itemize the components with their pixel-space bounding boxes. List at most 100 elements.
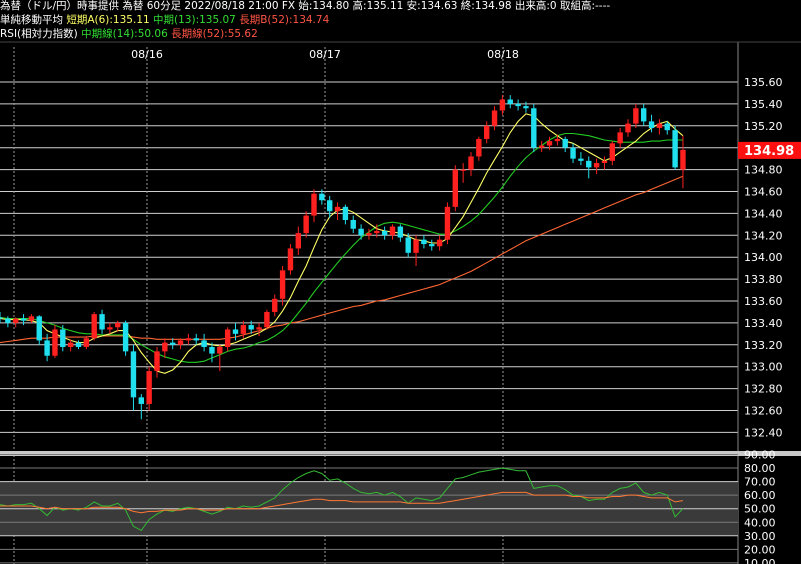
- price-tick-label: 134.00: [744, 251, 783, 264]
- price-tick-label: 132.60: [744, 405, 783, 418]
- candle-body: [83, 338, 90, 347]
- candle-body: [99, 314, 105, 330]
- candle-body: [672, 130, 678, 168]
- candle-body: [468, 156, 474, 170]
- rsi-tick-label: 30.00: [744, 530, 776, 543]
- candle-body: [593, 163, 600, 168]
- candle-body: [625, 123, 631, 133]
- candle-body: [217, 346, 223, 354]
- candle-body: [656, 123, 663, 128]
- candle-body: [499, 99, 506, 111]
- price-tick-label: 133.80: [744, 273, 783, 286]
- candle-body: [641, 108, 647, 122]
- candle-body: [162, 342, 168, 352]
- panel-divider: [0, 451, 801, 456]
- candle-body: [138, 397, 144, 404]
- candle-body: [232, 329, 239, 334]
- candle-body: [44, 340, 50, 356]
- rsi-tick-label: 90.00: [744, 449, 776, 462]
- candle-body: [515, 103, 521, 107]
- price-tick-label: 135.20: [744, 120, 783, 133]
- candle-body: [334, 206, 341, 212]
- last-price-label: 134.98: [744, 144, 794, 159]
- candle-body: [531, 108, 537, 148]
- candle-body: [538, 145, 545, 148]
- candle-body: [36, 316, 42, 341]
- candle-body: [13, 318, 19, 323]
- candle-body: [507, 99, 513, 104]
- price-tick-label: 135.40: [744, 98, 783, 111]
- candle-body: [185, 338, 192, 341]
- candle-body: [421, 239, 427, 245]
- candle-body: [570, 147, 576, 159]
- candle-body: [444, 206, 451, 240]
- candle-body: [170, 342, 176, 345]
- price-tick-label: 134.80: [744, 164, 783, 177]
- rsi-tick-label: 70.00: [744, 476, 776, 489]
- candle-body: [601, 160, 608, 164]
- date-label: 08/17: [309, 48, 341, 61]
- candle-body: [201, 340, 207, 347]
- price-tick-label: 134.40: [744, 207, 783, 220]
- candle-body: [146, 371, 152, 404]
- candle-body: [523, 106, 529, 109]
- candle-body: [28, 316, 35, 321]
- candle-body: [413, 239, 419, 253]
- candle-body: [554, 138, 561, 142]
- rsi-tick-label: 10.00: [744, 557, 776, 564]
- candle-body: [209, 346, 215, 354]
- candle-body: [75, 342, 82, 347]
- candle-body: [91, 314, 97, 339]
- price-tick-label: 133.20: [744, 339, 783, 352]
- candle-body: [264, 311, 270, 328]
- candle-body: [319, 193, 325, 201]
- candle-body: [350, 219, 356, 229]
- price-tick-label: 133.00: [744, 361, 783, 374]
- candle-body: [130, 351, 137, 398]
- candle-body: [374, 230, 380, 234]
- candle-body: [546, 141, 553, 146]
- price-tick-label: 134.20: [744, 229, 783, 242]
- candle-body: [405, 237, 411, 253]
- candle-body: [609, 143, 615, 161]
- rsi-tick-label: 60.00: [744, 489, 776, 502]
- candle-body: [240, 325, 247, 334]
- candle-body: [342, 206, 349, 220]
- rsi-tick-label: 50.00: [744, 503, 776, 516]
- candle-body: [193, 338, 199, 341]
- price-chart[interactable]: 135.60135.40135.20135.00134.80134.60134.…: [0, 0, 801, 564]
- candle-body: [327, 200, 333, 212]
- candle-body: [617, 132, 623, 144]
- candle-body: [303, 215, 309, 234]
- price-tick-label: 135.60: [744, 76, 783, 89]
- candle-body: [107, 327, 113, 330]
- date-label: 08/18: [487, 48, 519, 61]
- candle-body: [452, 169, 458, 207]
- candle-body: [460, 169, 466, 171]
- candle-body: [295, 233, 301, 249]
- candle-body: [586, 160, 592, 168]
- candle-body: [397, 226, 404, 238]
- candle-body: [115, 322, 121, 328]
- price-tick-label: 132.80: [744, 383, 783, 396]
- price-tick-label: 134.60: [744, 186, 783, 199]
- price-tick-label: 132.40: [744, 426, 783, 439]
- candle-body: [177, 340, 184, 345]
- candle-body: [664, 123, 670, 131]
- candle-body: [224, 329, 231, 347]
- candle-body: [680, 149, 686, 170]
- date-label: 08/16: [131, 48, 163, 61]
- candle-body: [122, 322, 129, 352]
- candle-body: [491, 110, 498, 126]
- candle-body: [578, 158, 584, 161]
- candle-body: [256, 327, 262, 330]
- candle-body: [60, 329, 66, 347]
- candle-body: [381, 230, 388, 236]
- candle-body: [562, 138, 568, 148]
- candle-body: [272, 298, 278, 312]
- candle-body: [311, 193, 317, 216]
- rsi-tick-label: 20.00: [744, 543, 776, 556]
- candle-body: [279, 270, 286, 299]
- candle-body: [436, 239, 443, 247]
- candle-body: [366, 233, 372, 236]
